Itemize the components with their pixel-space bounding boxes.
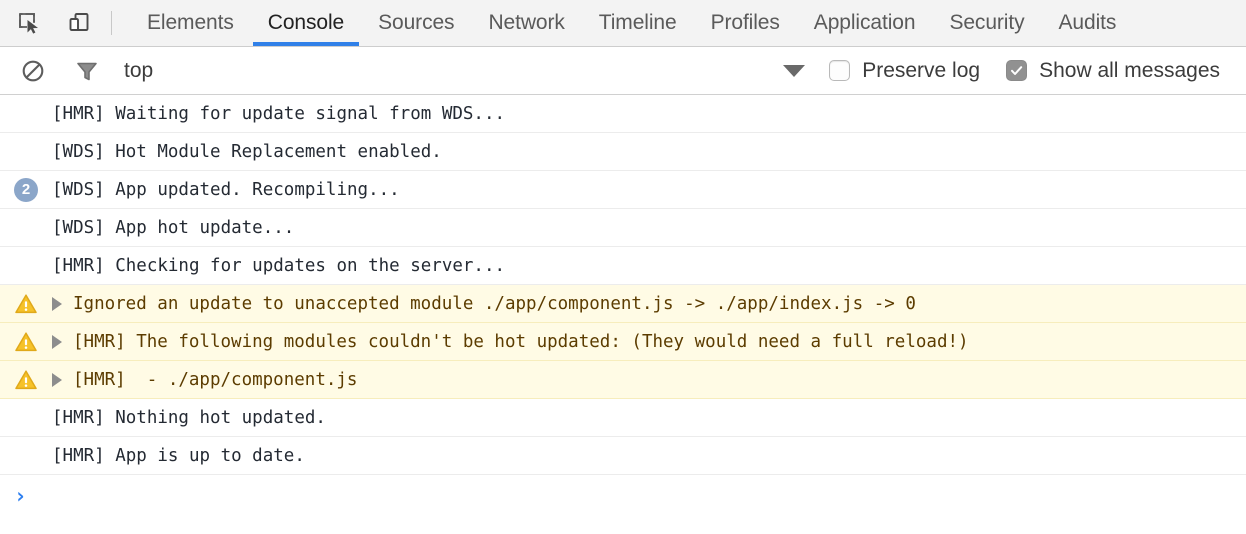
console-message-row[interactable]: [HMR] Checking for updates on the server… (0, 247, 1246, 285)
tab-application[interactable]: Application (797, 0, 933, 46)
expand-arrow-icon[interactable] (52, 335, 62, 349)
console-warning-row[interactable]: [HMR] - ./app/component.js (0, 361, 1246, 399)
tab-console[interactable]: Console (251, 0, 361, 46)
clear-console-icon[interactable] (16, 54, 50, 88)
tab-elements-label: Elements (147, 11, 234, 35)
tab-audits-label: Audits (1059, 11, 1117, 35)
preserve-log-label: Preserve log (862, 59, 980, 83)
devtools-main-toolbar (0, 0, 94, 46)
console-message-row[interactable]: 2 [WDS] App updated. Recompiling... (0, 171, 1246, 209)
device-toolbar-icon[interactable] (64, 8, 94, 38)
execution-context-label: top (124, 59, 153, 83)
tab-profiles[interactable]: Profiles (694, 0, 797, 46)
console-filter-toolbar: top Preserve log Show all messages (0, 47, 1246, 95)
show-all-messages-label: Show all messages (1039, 59, 1220, 83)
tab-application-label: Application (814, 11, 916, 35)
console-message-text: [HMR] Nothing hot updated. (52, 408, 326, 428)
checkmark-icon (1009, 63, 1024, 78)
console-message-text: [HMR] The following modules couldn't be … (73, 332, 969, 352)
warning-icon (14, 368, 38, 392)
warning-icon (14, 292, 38, 316)
show-all-messages-checkbox-box (1006, 60, 1027, 81)
repeat-count-badge: 2 (14, 178, 38, 202)
tab-security[interactable]: Security (932, 0, 1041, 46)
console-message-text: [HMR] - ./app/component.js (73, 370, 357, 390)
prompt-chevron-icon: › (14, 486, 52, 507)
preserve-log-checkbox[interactable]: Preserve log (829, 59, 980, 83)
tab-network[interactable]: Network (471, 0, 581, 46)
console-message-row[interactable]: [WDS] Hot Module Replacement enabled. (0, 133, 1246, 171)
message-gutter (14, 330, 52, 354)
tab-audits[interactable]: Audits (1042, 0, 1134, 46)
console-message-text: [WDS] Hot Module Replacement enabled. (52, 142, 442, 162)
console-message-text: [WDS] App hot update... (52, 218, 294, 238)
expand-arrow-icon[interactable] (52, 297, 62, 311)
console-message-row[interactable]: [HMR] Nothing hot updated. (0, 399, 1246, 437)
console-message-text: [HMR] App is up to date. (52, 446, 305, 466)
expand-arrow-icon[interactable] (52, 373, 62, 387)
message-gutter: 2 (14, 178, 52, 202)
inspect-element-icon[interactable] (14, 8, 44, 38)
execution-context-selector[interactable]: top (124, 47, 829, 94)
console-message-text: [WDS] App updated. Recompiling... (52, 180, 400, 200)
tab-timeline[interactable]: Timeline (582, 0, 694, 46)
console-warning-row[interactable]: [HMR] The following modules couldn't be … (0, 323, 1246, 361)
console-message-text: Ignored an update to unaccepted module .… (73, 294, 916, 314)
chevron-down-icon (783, 65, 805, 77)
filter-funnel-icon[interactable] (70, 54, 104, 88)
preserve-log-checkbox-box (829, 60, 850, 81)
tab-profiles-label: Profiles (711, 11, 780, 35)
console-message-text: [HMR] Checking for updates on the server… (52, 256, 505, 276)
tab-security-label: Security (949, 11, 1024, 35)
tab-sources[interactable]: Sources (361, 0, 471, 46)
console-message-row[interactable]: [HMR] Waiting for update signal from WDS… (0, 95, 1246, 133)
console-message-row[interactable]: [HMR] App is up to date. (0, 437, 1246, 475)
console-warning-row[interactable]: Ignored an update to unaccepted module .… (0, 285, 1246, 323)
tab-sources-label: Sources (378, 11, 454, 35)
console-message-list: [HMR] Waiting for update signal from WDS… (0, 95, 1246, 475)
show-all-messages-checkbox[interactable]: Show all messages (1006, 59, 1220, 83)
tab-timeline-label: Timeline (599, 11, 677, 35)
tab-console-label: Console (268, 11, 344, 35)
console-message-row[interactable]: [WDS] App hot update... (0, 209, 1246, 247)
tab-elements[interactable]: Elements (130, 0, 251, 46)
console-prompt-row[interactable]: › (0, 475, 1246, 517)
console-message-text: [HMR] Waiting for update signal from WDS… (52, 104, 505, 124)
devtools-tabbar: Elements Console Sources Network Timelin… (0, 0, 1246, 47)
devtools-tab-list: Elements Console Sources Network Timelin… (130, 0, 1133, 46)
message-gutter (14, 368, 52, 392)
warning-icon (14, 330, 38, 354)
message-gutter (14, 292, 52, 316)
console-prompt-input[interactable] (52, 486, 1246, 506)
tab-network-label: Network (488, 11, 564, 35)
toolbar-divider (111, 11, 112, 35)
